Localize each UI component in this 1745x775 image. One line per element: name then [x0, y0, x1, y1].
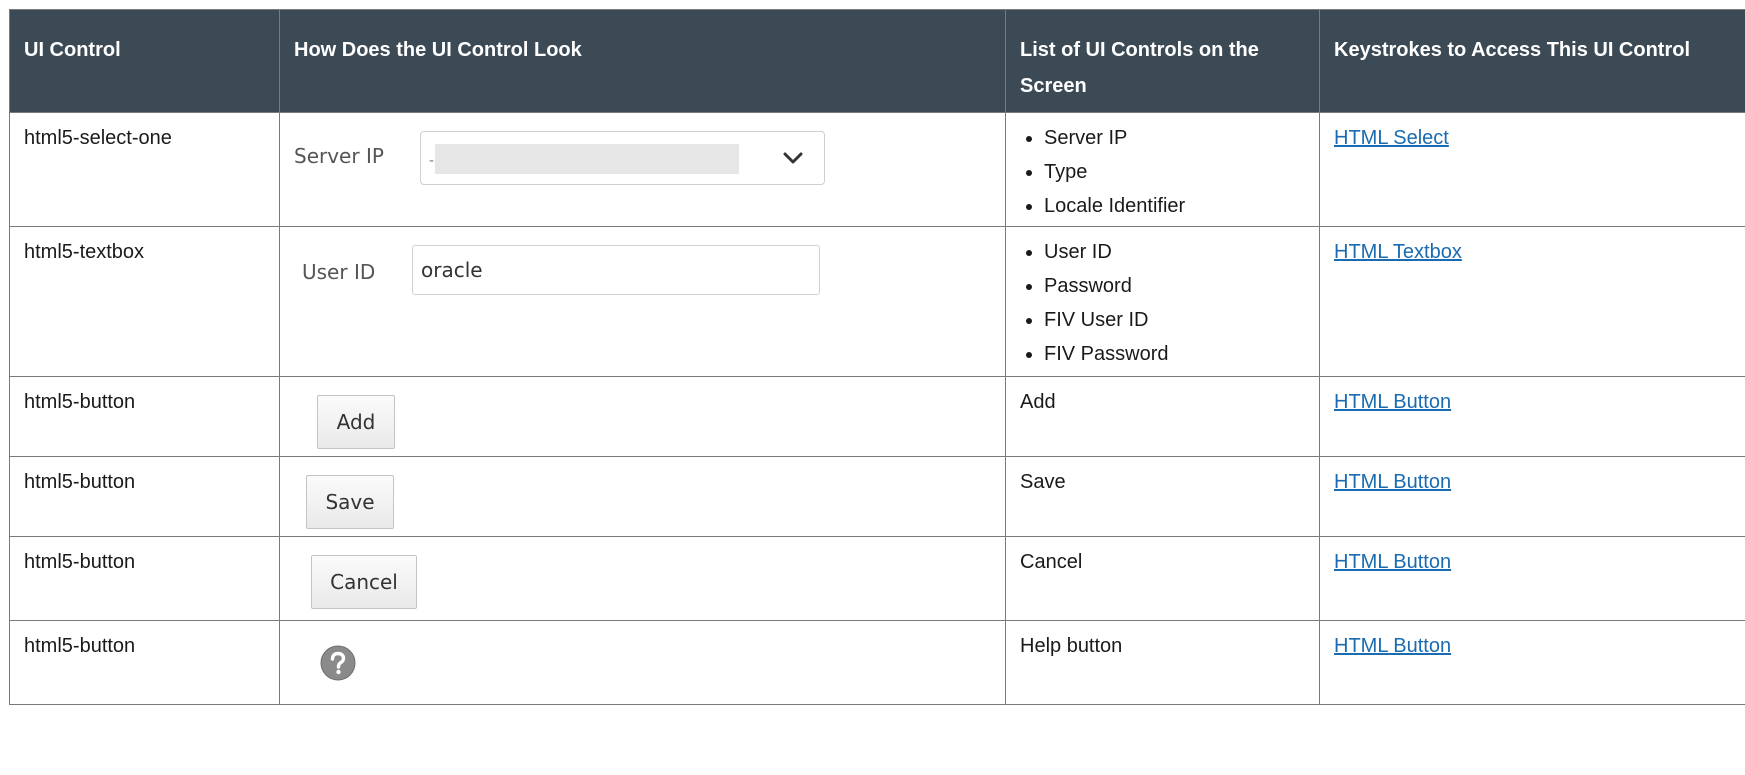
- table-row: html5-button Add Add HTML Button: [9, 376, 1745, 457]
- keystrokes-cell: HTML Button: [1319, 620, 1745, 705]
- select-value-text: -: [429, 153, 435, 169]
- list-item: FIV Password: [1044, 337, 1305, 371]
- look-cell: Server IP -: [279, 112, 1006, 227]
- list-item: Server IP: [1044, 121, 1305, 155]
- keystrokes-cell: HTML Button: [1319, 376, 1745, 457]
- controls-list: User ID Password FIV User ID FIV Passwor…: [1020, 235, 1305, 371]
- control-name-cell: html5-textbox: [9, 226, 280, 377]
- header-look: How Does the UI Control Look: [279, 9, 1006, 113]
- control-name-cell: html5-button: [9, 620, 280, 705]
- look-cell: User ID oracle: [279, 226, 1006, 377]
- select-value-redacted: [435, 144, 739, 174]
- ui-controls-table: UI Control How Does the UI Control Look …: [9, 9, 1745, 705]
- list-item: Type: [1044, 155, 1305, 189]
- save-button[interactable]: Save: [306, 475, 394, 529]
- keystrokes-cell: HTML Textbox: [1319, 226, 1745, 377]
- table-row: html5-button Cancel Cancel HTML Button: [9, 536, 1745, 621]
- html-button-link[interactable]: HTML Button: [1334, 551, 1451, 573]
- help-icon[interactable]: [320, 645, 356, 681]
- server-ip-select[interactable]: -: [420, 131, 825, 185]
- header-controls-list: List of UI Controls on the Screen: [1005, 9, 1320, 113]
- controls-list-cell: User ID Password FIV User ID FIV Passwor…: [1005, 226, 1320, 377]
- header-ui-control: UI Control: [9, 9, 280, 113]
- html-textbox-link[interactable]: HTML Textbox: [1334, 241, 1462, 263]
- controls-list-cell: Help button: [1005, 620, 1320, 705]
- list-item: User ID: [1044, 235, 1305, 269]
- user-id-input[interactable]: oracle: [412, 245, 820, 295]
- server-ip-label: Server IP: [294, 144, 384, 168]
- list-item: FIV User ID: [1044, 303, 1305, 337]
- add-button[interactable]: Add: [317, 395, 395, 449]
- control-name-cell: html5-select-one: [9, 112, 280, 227]
- html-button-link[interactable]: HTML Button: [1334, 635, 1451, 657]
- keystrokes-cell: HTML Button: [1319, 536, 1745, 621]
- controls-list-cell: Add: [1005, 376, 1320, 457]
- list-item: Password: [1044, 269, 1305, 303]
- look-cell: Cancel: [279, 536, 1006, 621]
- html-button-link[interactable]: HTML Button: [1334, 471, 1451, 493]
- controls-list-cell: Cancel: [1005, 536, 1320, 621]
- table-header-row: UI Control How Does the UI Control Look …: [9, 9, 1745, 113]
- look-cell: Add: [279, 376, 1006, 457]
- table-row: html5-button Help button HTML Button: [9, 620, 1745, 705]
- controls-list-cell: Save: [1005, 456, 1320, 537]
- control-name-cell: html5-button: [9, 376, 280, 457]
- control-name-cell: html5-button: [9, 456, 280, 537]
- table-row: html5-button Save Save HTML Button: [9, 456, 1745, 537]
- keystrokes-cell: HTML Button: [1319, 456, 1745, 537]
- html-button-link[interactable]: HTML Button: [1334, 391, 1451, 413]
- html-select-link[interactable]: HTML Select: [1334, 127, 1449, 149]
- list-item: Locale Identifier: [1044, 189, 1305, 223]
- controls-list: Server IP Type Locale Identifier: [1020, 121, 1305, 223]
- user-id-label: User ID: [302, 260, 376, 284]
- cancel-button[interactable]: Cancel: [311, 555, 417, 609]
- control-name-cell: html5-button: [9, 536, 280, 621]
- chevron-down-icon: [783, 152, 803, 164]
- table-row: html5-select-one Server IP - Server IP: [9, 112, 1745, 227]
- look-cell: Save: [279, 456, 1006, 537]
- keystrokes-cell: HTML Select: [1319, 112, 1745, 227]
- header-keystrokes: Keystrokes to Access This UI Control: [1319, 9, 1745, 113]
- controls-list-cell: Server IP Type Locale Identifier: [1005, 112, 1320, 227]
- look-cell: [279, 620, 1006, 705]
- table-row: html5-textbox User ID oracle User ID Pas…: [9, 226, 1745, 377]
